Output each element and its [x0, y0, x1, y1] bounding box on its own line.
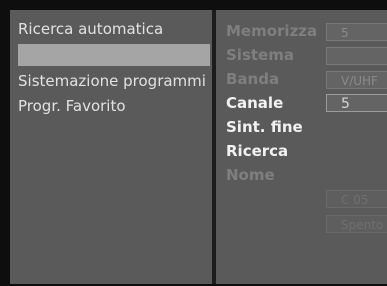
menu-item-progr-favorito[interactable]: Progr. Favorito — [18, 97, 126, 115]
nome-label: Nome — [226, 166, 275, 184]
banda-value[interactable]: V/UHF — [326, 71, 387, 89]
menu-item-sistemazione-programmi[interactable]: Sistemazione programmi — [18, 72, 206, 90]
memorizza-label: Memorizza — [226, 22, 318, 40]
ricerca-label[interactable]: Ricerca — [226, 142, 288, 160]
sint-fine-label[interactable]: Sint. fine — [226, 118, 303, 136]
faint-setting-value[interactable]: Spento — [326, 215, 387, 233]
menu-item-selected-highlight[interactable] — [18, 44, 210, 66]
menu-item-ricerca-automatica[interactable]: Ricerca automatica — [18, 20, 163, 38]
memorizza-value[interactable]: 5 — [326, 23, 387, 41]
nome-value[interactable]: C 05 — [326, 190, 387, 208]
left-menu-panel: Ricerca automatica Sistemazione programm… — [10, 10, 212, 284]
canale-label: Canale — [226, 94, 284, 112]
canale-value[interactable]: 5 — [326, 94, 387, 112]
sistema-value[interactable] — [326, 47, 387, 65]
right-settings-panel: Memorizza 5 Sistema Banda V/UHF Canale 5… — [216, 10, 387, 284]
osd-menu: Ricerca automatica Sistemazione programm… — [10, 10, 387, 284]
sistema-label: Sistema — [226, 46, 294, 64]
tv-screen: Ricerca automatica Sistemazione programm… — [0, 0, 387, 286]
banda-label: Banda — [226, 70, 280, 88]
